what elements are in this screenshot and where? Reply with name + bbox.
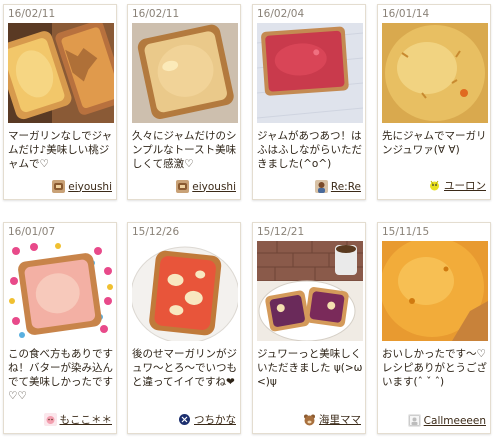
tsukurepo-card[interactable]: 15/12/26 後のせマーガリンがジュワ〜とろ〜でいつもと違ってイイですね❤ — [127, 222, 241, 434]
card-author[interactable]: ユーロン — [428, 178, 486, 193]
card-comment: この食べ方もありですね！バターが染み込んでて美味しかったです♡♡ — [8, 348, 113, 402]
tsukurepo-card[interactable]: 15/12/21 ジュワーっと美味しくいただきました ψ(>ω<)ψ 海里ママ — [252, 222, 366, 434]
blue-circle-avatar-icon — [178, 413, 191, 426]
card-date: 16/01/14 — [382, 8, 430, 20]
toast-photo[interactable] — [8, 23, 114, 123]
card-date: 16/02/04 — [257, 8, 305, 20]
gray-avatar-icon — [407, 414, 421, 427]
person-avatar-icon — [314, 180, 328, 193]
card-comment: マーガリンなしでジャムだけ♪美味しい桃ジャムで♡ — [8, 130, 113, 170]
toast-photo[interactable] — [257, 241, 363, 341]
card-comment: 久々にジャムだけのシンプルなトースト美味しくて感激♡ — [132, 130, 237, 170]
pink-character-avatar-icon — [43, 413, 57, 426]
card-author[interactable]: つちかな — [178, 412, 236, 427]
card-author[interactable]: Re:Re — [314, 180, 361, 193]
tsukurepo-card[interactable]: 16/01/07 この食べ方もありですね！バターが染み込んでて美味しかったです♡… — [3, 222, 117, 434]
toast-photo[interactable] — [382, 241, 488, 341]
author-name-link[interactable]: eiyoushi — [192, 181, 236, 193]
card-author[interactable]: eiyoushi — [176, 180, 236, 193]
card-date: 16/02/11 — [8, 8, 56, 20]
toast-photo-icon — [257, 241, 363, 341]
toast-photo[interactable] — [8, 241, 114, 341]
card-comment: ジャムがあつあつ！はふはふしながらいただきました(^o^) — [257, 130, 362, 170]
card-date: 15/11/15 — [382, 226, 430, 238]
card-author[interactable]: 海里ママ — [303, 412, 361, 427]
toast-photo-icon — [8, 23, 114, 123]
card-author[interactable]: もここ＊＊ — [43, 412, 113, 427]
author-name-link[interactable]: 海里ママ — [319, 412, 361, 427]
toast-photo-icon — [257, 23, 363, 123]
author-name-link[interactable]: つちかな — [194, 412, 236, 427]
card-author[interactable]: Callmeeeen — [407, 414, 486, 427]
toast-photo-icon — [132, 241, 238, 341]
toast-photo-icon — [382, 23, 488, 123]
card-author[interactable]: eiyoushi — [52, 180, 112, 193]
author-name-link[interactable]: もここ＊＊ — [60, 412, 113, 427]
tsukurepo-card[interactable]: 16/02/11 マーガリンなしでジャムだけ♪美味しい桃ジャムで♡ eiyous… — [3, 4, 117, 200]
bear-avatar-icon — [303, 413, 316, 426]
card-comment: おいしかったです〜♡レシピありがとうございます(ˆ ˇ ˆ) — [382, 348, 487, 388]
food-photo-avatar-icon — [176, 180, 190, 193]
card-comment: ジュワーっと美味しくいただきました ψ(>ω<)ψ — [257, 348, 363, 388]
toast-photo-icon — [382, 241, 488, 341]
yellow-creature-avatar-icon — [428, 179, 441, 192]
card-date: 15/12/26 — [132, 226, 180, 238]
card-comment: 後のせマーガリンがジュワ〜とろ〜でいつもと違ってイイですね❤ — [132, 348, 237, 388]
card-date: 16/01/07 — [8, 226, 56, 238]
author-name-link[interactable]: eiyoushi — [68, 181, 112, 193]
toast-photo-icon — [132, 23, 238, 123]
author-name-link[interactable]: Callmeeeen — [424, 415, 486, 427]
card-date: 15/12/21 — [257, 226, 305, 238]
author-name-link[interactable]: ユーロン — [444, 178, 486, 193]
toast-photo-icon — [8, 241, 114, 341]
tsukurepo-card[interactable]: 16/01/14 先にジャムでマーガリンジュワァ(∀ ∀) ユーロン — [377, 4, 491, 200]
card-comment: 先にジャムでマーガリンジュワァ(∀ ∀) — [382, 130, 487, 156]
tsukurepo-card[interactable]: 15/11/15 おいしかったです〜♡レシピありがとうございます(ˆ ˇ ˆ) … — [377, 222, 491, 434]
tsukurepo-card[interactable]: 16/02/04 ジャムがあつあつ！はふはふしながらいただきました(^o^) R… — [252, 4, 366, 200]
toast-photo[interactable] — [257, 23, 363, 123]
food-photo-avatar-icon — [52, 180, 66, 193]
toast-photo[interactable] — [132, 241, 238, 341]
tsukurepo-card[interactable]: 16/02/11 久々にジャムだけのシンプルなトースト美味しくて感激♡ eiyo… — [127, 4, 241, 200]
author-name-link[interactable]: Re:Re — [331, 181, 361, 193]
toast-photo[interactable] — [382, 23, 488, 123]
toast-photo[interactable] — [132, 23, 238, 123]
tsukurepo-grid: 16/02/11 マーガリンなしでジャムだけ♪美味しい桃ジャムで♡ eiyous… — [0, 0, 500, 440]
card-date: 16/02/11 — [132, 8, 180, 20]
